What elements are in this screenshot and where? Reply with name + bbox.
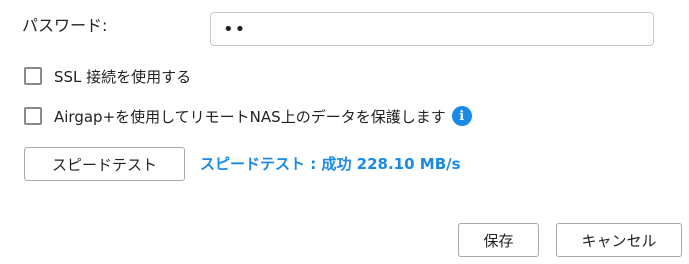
cancel-button[interactable]: キャンセル	[556, 223, 682, 257]
password-input[interactable]	[210, 12, 654, 46]
airgap-option-label: Airgap+を使用してリモートNAS上のデータを保護します	[54, 107, 446, 126]
remote-nas-settings-dialog: パスワード: SSL 接続を使用する Airgap+を使用してリモートNAS上の…	[0, 0, 689, 264]
ssl-option-label: SSL 接続を使用する	[54, 67, 192, 86]
airgap-option-row[interactable]: Airgap+を使用してリモートNAS上のデータを保護します i	[24, 104, 472, 128]
password-label: パスワード:	[22, 16, 108, 35]
ssl-option-row[interactable]: SSL 接続を使用する	[24, 64, 191, 88]
speed-test-result: スピードテスト : 成功 228.10 MB/s	[200, 155, 461, 173]
speed-test-button[interactable]: スピードテスト	[24, 147, 185, 181]
save-button[interactable]: 保存	[458, 223, 539, 257]
airgap-checkbox[interactable]	[24, 107, 42, 125]
info-icon[interactable]: i	[451, 106, 472, 126]
ssl-checkbox[interactable]	[24, 67, 42, 85]
